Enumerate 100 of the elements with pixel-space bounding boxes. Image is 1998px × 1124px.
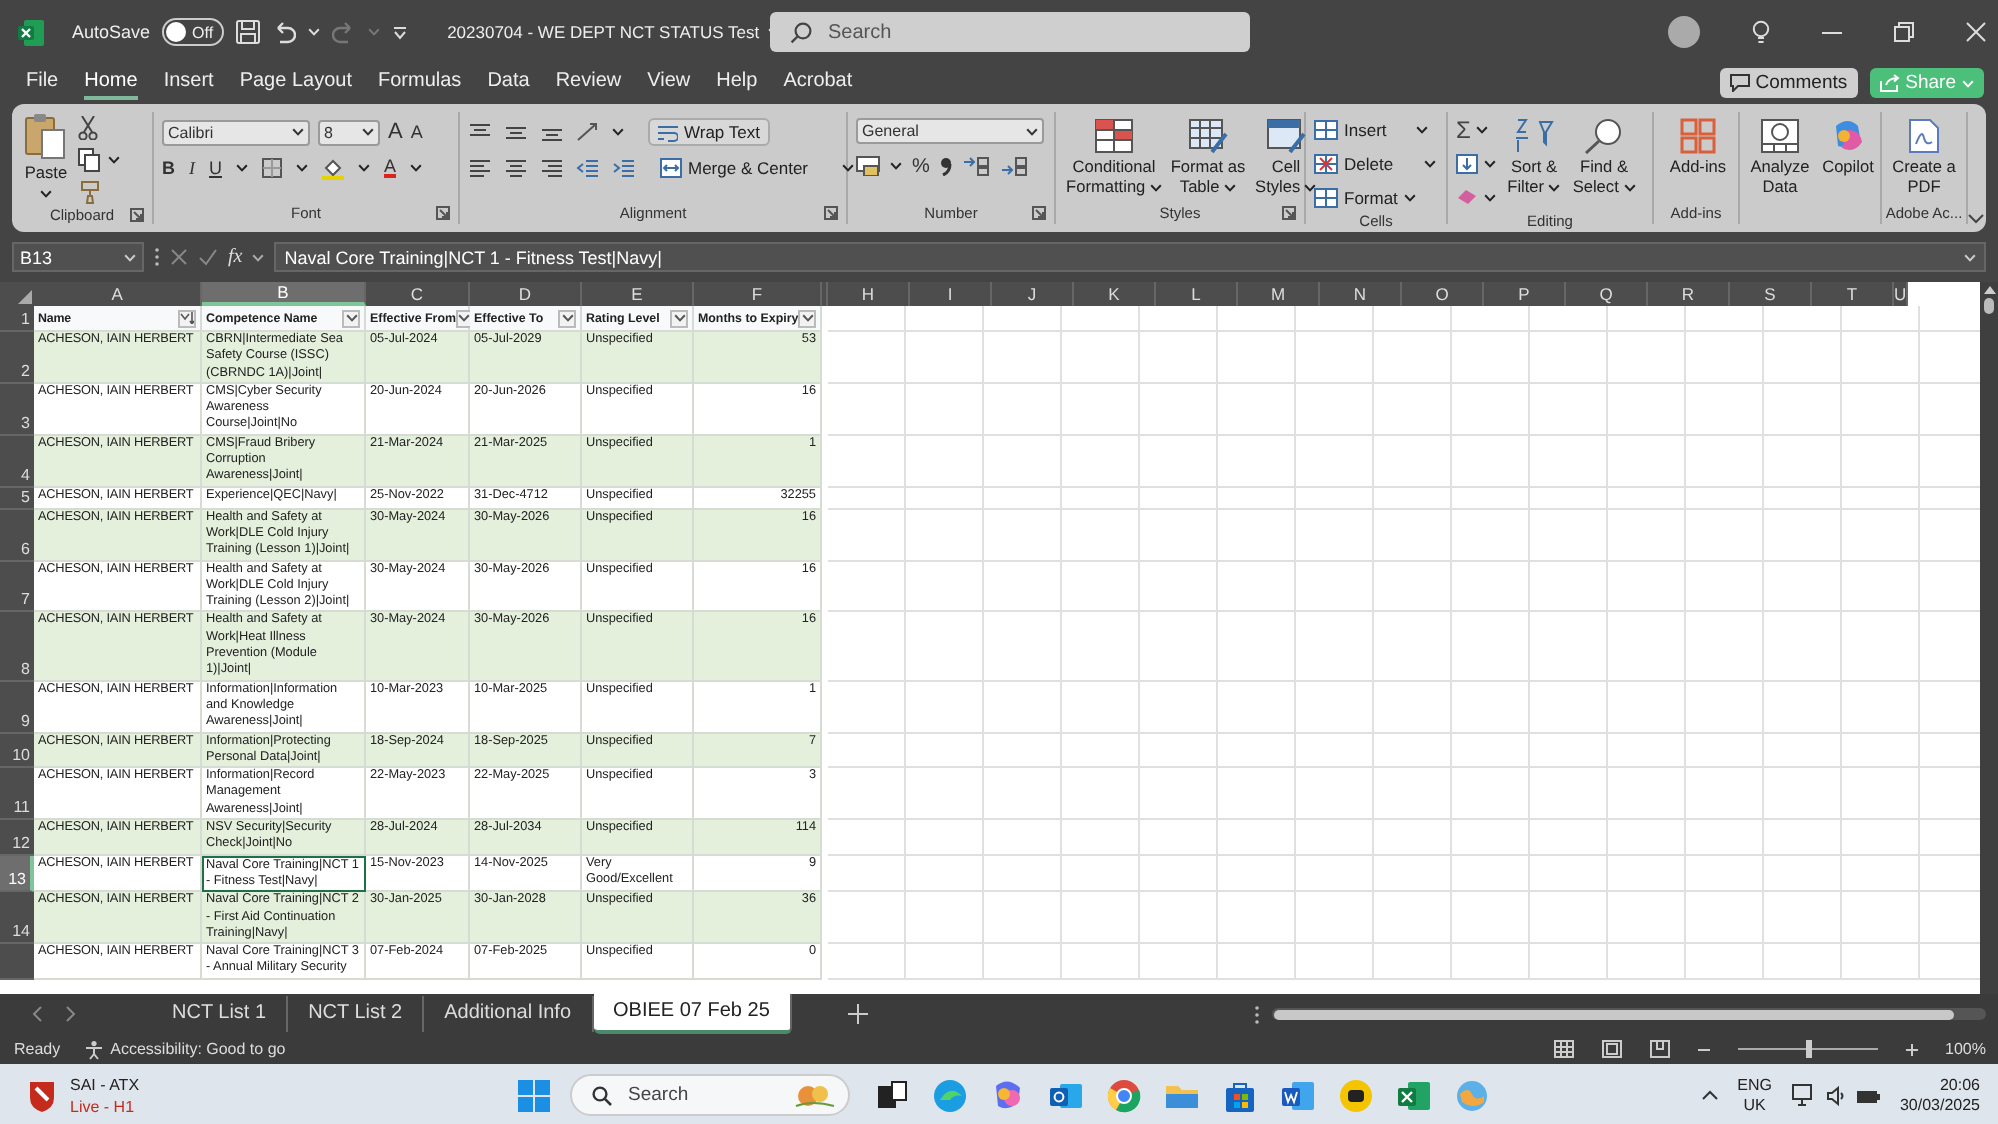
paste-button[interactable]: Paste bbox=[20, 112, 72, 204]
autosave-toggle[interactable]: Off bbox=[162, 18, 224, 46]
align-icon[interactable] bbox=[540, 158, 564, 178]
column-letter[interactable]: A bbox=[34, 282, 202, 306]
row-number[interactable]: 6 bbox=[0, 509, 34, 562]
menu-tab[interactable]: Help bbox=[716, 66, 758, 100]
avatar[interactable] bbox=[1668, 16, 1700, 48]
taskbar-app-icon[interactable] bbox=[1280, 1077, 1316, 1113]
comments-button[interactable]: Comments bbox=[1719, 68, 1858, 98]
clock[interactable]: 20:06 30/03/2025 bbox=[1899, 1075, 1980, 1115]
name-box[interactable]: B13 bbox=[12, 242, 144, 272]
format-painter-icon[interactable] bbox=[78, 180, 102, 204]
insert-function-button[interactable]: fx bbox=[228, 246, 243, 268]
column-letter[interactable]: R bbox=[1648, 282, 1730, 306]
column-letter[interactable]: H bbox=[828, 282, 910, 306]
menu-tab[interactable]: File bbox=[26, 66, 59, 100]
wrap-text-button[interactable]: Wrap Text bbox=[648, 118, 770, 146]
filter-button[interactable] bbox=[342, 309, 360, 327]
cut-icon[interactable] bbox=[78, 116, 98, 140]
column-letter[interactable]: N bbox=[1320, 282, 1402, 306]
row-number[interactable]: 14 bbox=[0, 892, 34, 945]
sort-filter-button[interactable]: Sort & Filter bbox=[1502, 118, 1566, 212]
column-letter[interactable]: S bbox=[1730, 282, 1812, 306]
horizontal-scrollbar[interactable] bbox=[1272, 1008, 1986, 1020]
menu-tab[interactable]: Review bbox=[555, 66, 622, 100]
format-as-table-button[interactable]: Format as Table bbox=[1168, 118, 1248, 202]
find-select-button[interactable]: Find & Select bbox=[1570, 118, 1638, 212]
increase-decimal-icon[interactable] bbox=[961, 156, 990, 176]
column-letter[interactable]: D bbox=[470, 282, 582, 306]
cells-button[interactable]: Format bbox=[1314, 182, 1436, 212]
row-number[interactable]: 9 bbox=[0, 681, 34, 734]
enter-icon[interactable] bbox=[198, 248, 218, 266]
column-letter[interactable]: M bbox=[1238, 282, 1320, 306]
undo-icon[interactable] bbox=[271, 20, 296, 44]
fill-color-icon[interactable] bbox=[322, 157, 344, 179]
cell-styles-button[interactable]: Cell Styles bbox=[1252, 118, 1320, 202]
row-number[interactable]: 12 bbox=[0, 820, 34, 856]
align-icon[interactable] bbox=[468, 158, 492, 178]
show-hidden-icons-icon[interactable] bbox=[1701, 1090, 1718, 1100]
save-icon[interactable] bbox=[235, 20, 260, 44]
widget-subtitle[interactable]: Live - H1 bbox=[70, 1095, 140, 1117]
speaker-icon[interactable] bbox=[1825, 1085, 1846, 1105]
font-color-button[interactable]: A bbox=[384, 158, 397, 178]
lightbulb-icon[interactable] bbox=[1752, 20, 1770, 44]
number-format-field[interactable]: General bbox=[856, 118, 1044, 144]
add-sheet-icon[interactable] bbox=[847, 1004, 868, 1024]
splitter-icon[interactable] bbox=[1254, 1003, 1260, 1025]
vertical-scrollbar[interactable] bbox=[1980, 282, 1998, 994]
row-number[interactable]: 8 bbox=[0, 612, 34, 682]
column-letter[interactable]: J bbox=[992, 282, 1074, 306]
column-letter[interactable]: U bbox=[1894, 282, 1909, 306]
search-field[interactable]: Search bbox=[770, 12, 1250, 52]
menu-tab[interactable]: Home bbox=[84, 66, 138, 100]
next-sheet-icon[interactable] bbox=[66, 1006, 76, 1022]
taskbar-search-field[interactable]: Search bbox=[570, 1074, 850, 1116]
comma-style-icon[interactable] bbox=[939, 156, 952, 176]
menu-tab[interactable]: Page Layout bbox=[239, 66, 352, 100]
language-indicator[interactable]: ENG UK bbox=[1737, 1075, 1772, 1115]
column-letter[interactable]: Q bbox=[1566, 282, 1648, 306]
row-number[interactable]: 5 bbox=[0, 487, 34, 510]
zoom-in-icon[interactable] bbox=[1905, 1043, 1918, 1055]
row-number[interactable]: 3 bbox=[0, 383, 34, 436]
zoom-level[interactable]: 100% bbox=[1945, 1040, 1986, 1058]
autosum-button[interactable]: Σ bbox=[1456, 115, 1471, 143]
start-icon[interactable] bbox=[518, 1079, 550, 1111]
align-icon[interactable] bbox=[504, 158, 528, 178]
column-letter[interactable]: C bbox=[366, 282, 470, 306]
battery-icon[interactable] bbox=[1855, 1087, 1880, 1103]
add-ins-button[interactable]: Add-ins bbox=[1662, 118, 1734, 177]
menu-tab[interactable]: Acrobat bbox=[783, 66, 853, 100]
zoom-out-icon[interactable] bbox=[1697, 1043, 1710, 1055]
row-number[interactable]: 7 bbox=[0, 561, 34, 613]
decrease-decimal-icon[interactable] bbox=[999, 156, 1028, 176]
column-letter[interactable]: T bbox=[1812, 282, 1894, 306]
increase-indent-icon[interactable] bbox=[612, 158, 636, 178]
zoom-slider-thumb[interactable] bbox=[1805, 1040, 1812, 1058]
sort-filter-button[interactable] bbox=[178, 309, 196, 327]
sheet-tab[interactable]: NCT List 1 bbox=[152, 996, 289, 1032]
sheet-tab[interactable]: OBIEE 07 Feb 25 bbox=[593, 994, 792, 1034]
menu-tab[interactable]: Formulas bbox=[378, 66, 462, 100]
restore-icon[interactable] bbox=[1894, 22, 1914, 42]
close-icon[interactable] bbox=[1966, 22, 1986, 42]
bold-button[interactable]: B bbox=[162, 158, 175, 178]
row-number[interactable]: 4 bbox=[0, 435, 34, 488]
column-letter[interactable]: B bbox=[202, 282, 366, 306]
accounting-icon[interactable] bbox=[856, 156, 880, 176]
filter-button[interactable] bbox=[798, 309, 817, 327]
row-number[interactable]: 11 bbox=[0, 768, 34, 821]
page-break-icon[interactable] bbox=[1649, 1040, 1670, 1058]
shrink-font-button[interactable]: A bbox=[410, 122, 423, 142]
row-number[interactable]: 2 bbox=[0, 332, 34, 384]
row-number[interactable]: 10 bbox=[0, 733, 34, 769]
column-letter[interactable]: K bbox=[1074, 282, 1156, 306]
italic-button[interactable]: I bbox=[189, 158, 195, 178]
cells-button[interactable]: Delete bbox=[1314, 148, 1436, 178]
underline-button[interactable]: U bbox=[209, 158, 222, 178]
analyze-data-button[interactable]: Analyze Data bbox=[1748, 118, 1812, 202]
filter-button[interactable] bbox=[670, 309, 688, 327]
customize-icon[interactable] bbox=[391, 25, 408, 39]
column-letter[interactable]: E bbox=[582, 282, 694, 306]
